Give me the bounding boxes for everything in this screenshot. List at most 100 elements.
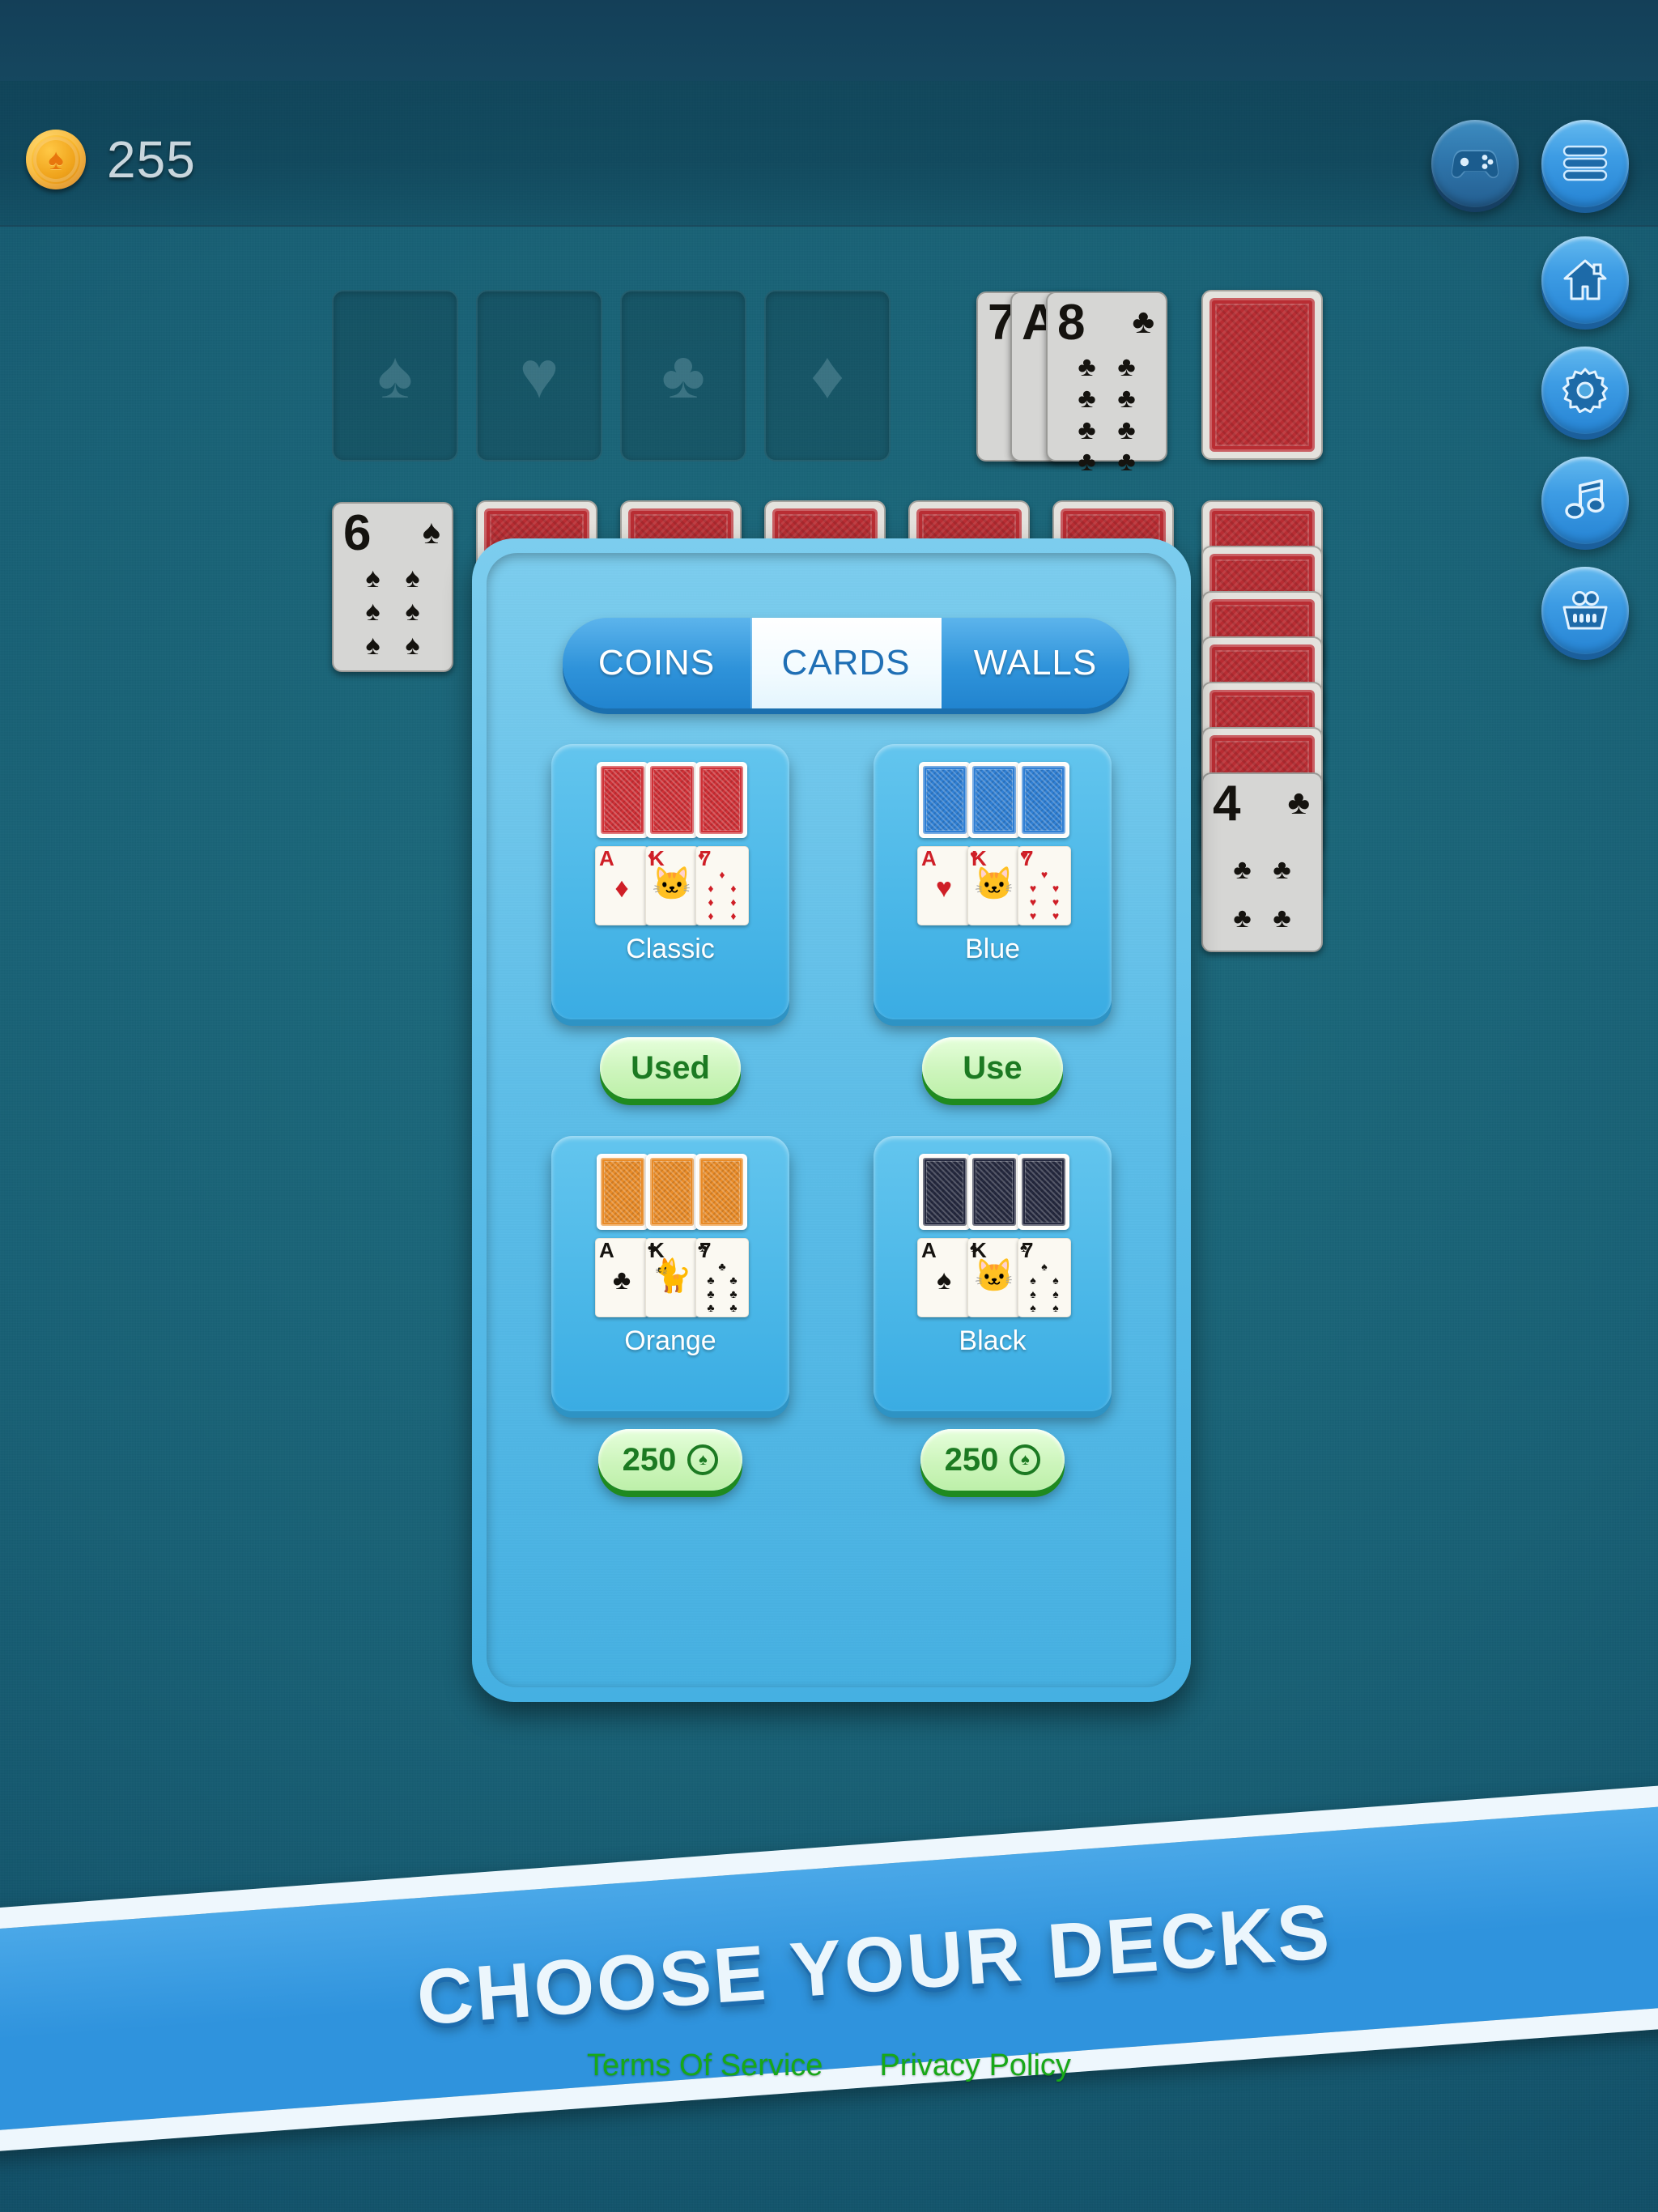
deck-tile-classic[interactable]: A ♦ K ♦ 🐱 7 ♦ ♦ ♦ ♦ ♦ ♦ ♦ ♦ Classic	[551, 744, 789, 1019]
card-pip-grid: ♠ ♠ ♠ ♠ ♠ ♠	[365, 563, 420, 661]
diamond-icon: ♦	[648, 848, 655, 863]
mini-card-back	[1017, 762, 1069, 838]
mini-card-back	[967, 1154, 1020, 1230]
gamepad-icon	[1452, 150, 1499, 179]
mini-card-back	[645, 1154, 698, 1230]
club-icon: ♣	[612, 1265, 631, 1295]
card-pip-grid: ♣ ♣ ♣ ♣	[1233, 853, 1291, 934]
waste-card-8-clubs[interactable]: 8 ♣ ♣ ♣ ♣ ♣ ♣ ♣ ♣ ♣	[1046, 291, 1167, 477]
mini-card-king: K ♦ 🐱	[645, 846, 699, 925]
home-icon	[1563, 259, 1607, 300]
bottom-banner: CHOOSE YOUR DECKS	[0, 1777, 1658, 2158]
card-back-pattern	[971, 766, 1016, 834]
coin-spade-icon: ♠	[687, 1444, 719, 1475]
deck-tile-blue[interactable]: A ♥ K ♥ 🐱 7 ♥ ♥ ♥ ♥ ♥ ♥ ♥ ♥ Blue	[874, 744, 1112, 1019]
shop-dialog: COINS CARDS WALLS A ♦ K ♦ 🐱 7 ♦ ♦ ♦ ♦ ♦ …	[472, 538, 1191, 1702]
card-rank: A	[921, 846, 937, 870]
deck-back-preview	[918, 762, 1069, 838]
club-icon: ♣	[661, 338, 705, 412]
card-back-pattern	[922, 766, 967, 834]
heart-icon: ♥	[519, 338, 559, 412]
deck-back-preview	[596, 762, 747, 838]
shop-tab-bar: COINS CARDS WALLS	[563, 618, 1129, 708]
club-icon: ♣	[1132, 302, 1154, 340]
mini-card-king: K ♣ 🐈	[645, 1238, 699, 1317]
card-pip-grid: ♣ ♣ ♣ ♣ ♣ ♣ ♣ ♣	[1078, 351, 1136, 477]
club-icon: ♣	[648, 1240, 657, 1255]
tab-walls[interactable]: WALLS	[942, 618, 1129, 708]
tab-coins[interactable]: COINS	[563, 618, 752, 708]
card-back-pattern	[922, 1158, 967, 1226]
mini-card-back	[918, 1154, 971, 1230]
spade-glyph: ♠	[48, 143, 64, 176]
king-character-art: 🐱	[652, 866, 692, 902]
coin-balance[interactable]: ♠ 255	[26, 130, 196, 189]
card-back-pattern	[1209, 298, 1315, 452]
card-rank: A	[599, 846, 614, 870]
diamond-icon: ♦	[698, 848, 705, 863]
menu-button[interactable]	[1541, 120, 1629, 207]
mini-card-ace: A ♥	[917, 846, 971, 925]
music-button[interactable]	[1541, 457, 1629, 544]
king-character-art: 🐱	[974, 1258, 1014, 1294]
mini-card-back	[596, 762, 648, 838]
gamepad-button[interactable]	[1431, 120, 1519, 207]
deck-back-preview	[918, 1154, 1069, 1230]
card-back-pattern	[1021, 1158, 1065, 1226]
mini-card-ace: A ♣	[595, 1238, 648, 1317]
card-back-pattern	[971, 1158, 1016, 1226]
mini-card-back	[967, 762, 1020, 838]
foundation-slot-diamond[interactable]: ♦	[764, 290, 891, 462]
spade-icon: ♠	[1020, 1240, 1028, 1255]
deck-back-preview	[596, 1154, 747, 1230]
deck-action-classic[interactable]: Used	[600, 1037, 741, 1099]
hamburger-menu-icon	[1562, 145, 1608, 181]
coin-spade-icon: ♠	[26, 130, 86, 189]
card-pip-grid: ♣ ♣ ♣ ♣ ♣ ♣ ♣	[707, 1260, 738, 1314]
mini-card-seven: 7 ♥ ♥ ♥ ♥ ♥ ♥ ♥ ♥	[1018, 846, 1071, 925]
shop-button[interactable]	[1541, 567, 1629, 654]
tableau-card-4-clubs[interactable]: 4 ♣ ♣ ♣ ♣ ♣	[1201, 772, 1323, 952]
card-back-pattern	[600, 1158, 644, 1226]
spade-icon: ♠	[936, 1265, 952, 1295]
mini-card-ace: A ♠	[917, 1238, 971, 1317]
terms-of-service-link[interactable]: Terms Of Service	[587, 2048, 823, 2083]
privacy-policy-link[interactable]: Privacy Policy	[879, 2048, 1071, 2083]
card-pip-grid: ♦ ♦ ♦ ♦ ♦ ♦ ♦	[708, 868, 737, 922]
banner-title: CHOOSE YOUR DECKS	[414, 1887, 1335, 2042]
heart-icon: ♥	[970, 848, 979, 863]
deck-tile-black[interactable]: A ♠ K ♠ 🐱 7 ♠ ♠ ♠ ♠ ♠ ♠ ♠ ♠ Black	[874, 1136, 1112, 1411]
deck-face-preview: A ♦ K ♦ 🐱 7 ♦ ♦ ♦ ♦ ♦ ♦ ♦ ♦	[595, 846, 749, 925]
coin-spade-icon: ♠	[1010, 1444, 1041, 1475]
foundation-slot-heart[interactable]: ♥	[476, 290, 602, 462]
deck-tile-orange[interactable]: A ♣ K ♣ 🐈 7 ♣ ♣ ♣ ♣ ♣ ♣ ♣ ♣ Orange	[551, 1136, 789, 1411]
mini-card-back	[1017, 1154, 1069, 1230]
tableau-card-6-spades[interactable]: 6 ♠ ♠ ♠ ♠ ♠ ♠ ♠	[332, 502, 453, 672]
foundation-slot-club[interactable]: ♣	[620, 290, 746, 462]
deck-action-black[interactable]: 250 ♠	[920, 1429, 1065, 1491]
deck-price-label: 250	[622, 1441, 677, 1478]
deck-name-label: Classic	[626, 934, 715, 964]
deck-cell-classic: A ♦ K ♦ 🐱 7 ♦ ♦ ♦ ♦ ♦ ♦ ♦ ♦ Classic Used	[532, 744, 809, 1099]
diamond-icon: ♦	[614, 873, 629, 904]
deck-face-preview: A ♥ K ♥ 🐱 7 ♥ ♥ ♥ ♥ ♥ ♥ ♥ ♥	[917, 846, 1071, 925]
shop-dialog-body: COINS CARDS WALLS A ♦ K ♦ 🐱 7 ♦ ♦ ♦ ♦ ♦ …	[487, 553, 1176, 1687]
tab-cards[interactable]: CARDS	[752, 618, 942, 708]
king-character-art: 🐈	[652, 1258, 692, 1294]
home-button[interactable]	[1541, 236, 1629, 324]
deck-action-orange[interactable]: 250 ♠	[597, 1429, 743, 1491]
spade-icon: ♠	[970, 1240, 978, 1255]
card-pip-grid: ♥ ♥ ♥ ♥ ♥ ♥ ♥	[1029, 868, 1060, 922]
deck-action-blue[interactable]: Use	[922, 1037, 1063, 1099]
foundation-slot-spade[interactable]: ♠	[332, 290, 458, 462]
mini-card-seven: 7 ♣ ♣ ♣ ♣ ♣ ♣ ♣ ♣	[695, 1238, 749, 1317]
spade-icon: ♠	[422, 513, 440, 551]
settings-button[interactable]	[1541, 347, 1629, 434]
diamond-icon: ♦	[810, 338, 844, 412]
deck-name-label: Black	[959, 1325, 1027, 1356]
deck-name-label: Blue	[964, 934, 1021, 964]
deck-cell-orange: A ♣ K ♣ 🐈 7 ♣ ♣ ♣ ♣ ♣ ♣ ♣ ♣ Orange 250 ♠	[532, 1136, 809, 1491]
stock-pile[interactable]	[1201, 290, 1323, 460]
shopping-basket-icon	[1562, 591, 1608, 630]
bottom-banner-area: CHOOSE YOUR DECKS	[0, 1710, 1658, 2212]
